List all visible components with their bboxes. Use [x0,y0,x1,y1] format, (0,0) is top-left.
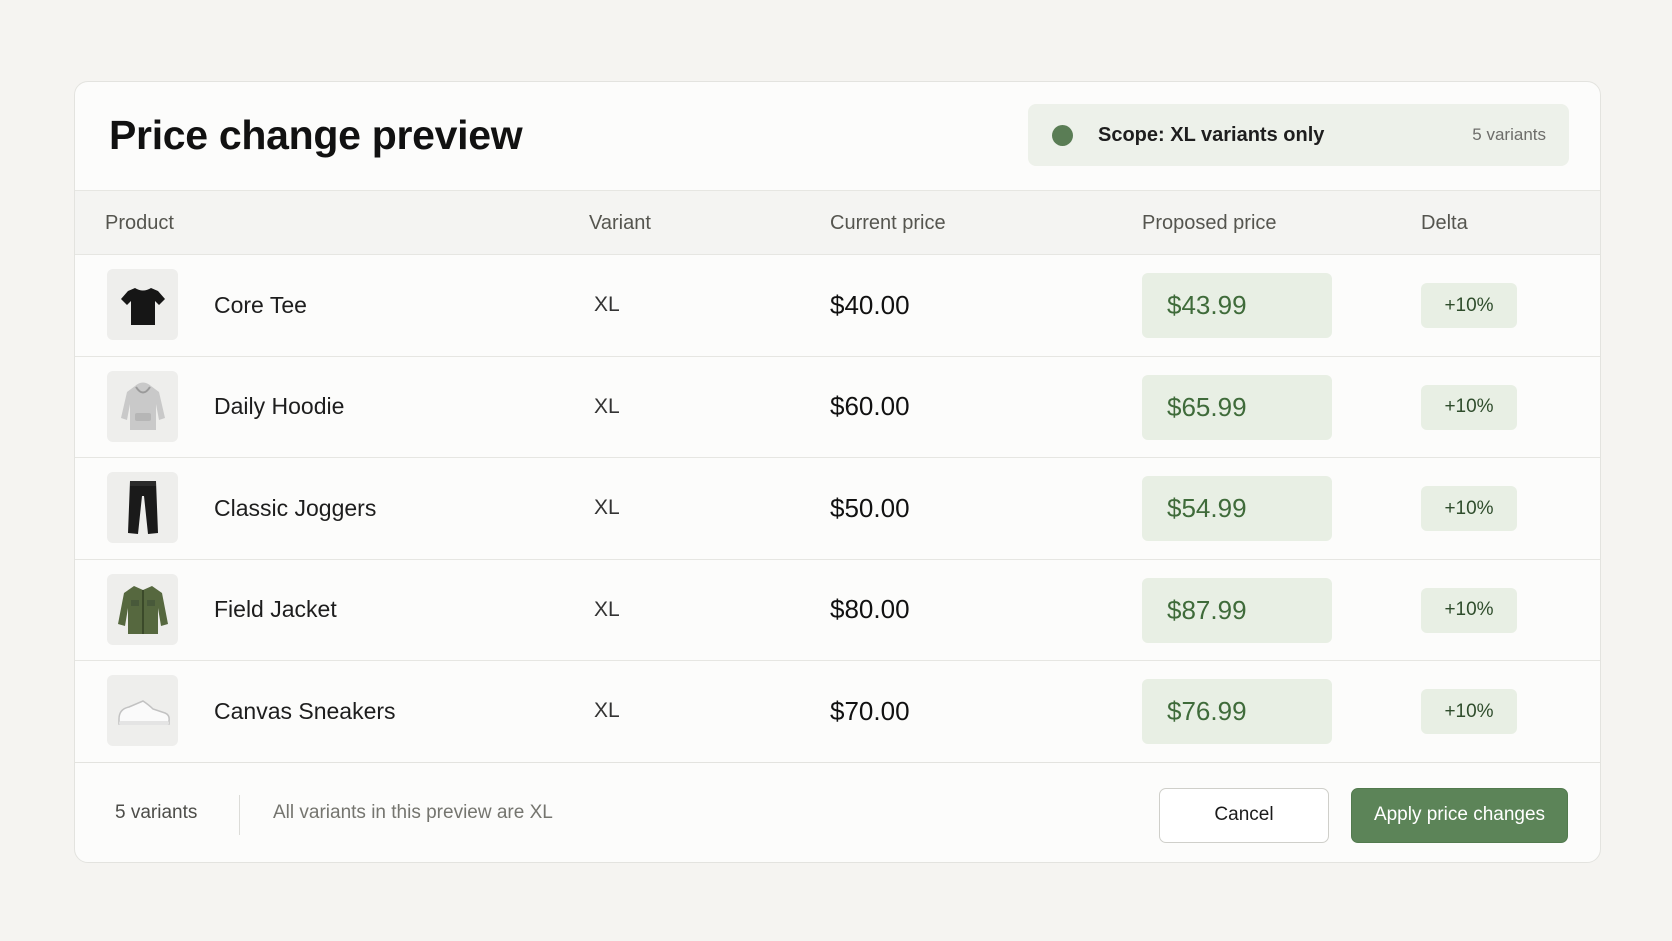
footer-variant-count: 5 variants [115,801,198,823]
product-name: Field Jacket [214,596,337,622]
table-row: Daily Hoodie XL $60.00 $65.99 +10% [75,357,1600,458]
page-title: Price change preview [109,112,523,158]
footer-divider [239,794,240,835]
product-name: Core Tee [214,291,307,318]
current-price: $50.00 [830,492,910,523]
variant-value: XL [594,597,620,621]
variant-value: XL [594,394,620,418]
product-name: Daily Hoodie [214,393,345,419]
apply-price-changes-button[interactable]: Apply price changes [1351,787,1568,843]
proposed-price: $54.99 [1142,476,1332,541]
delta-badge: +10% [1421,689,1517,734]
hoodie-icon [107,370,178,442]
variant-value: XL [594,699,620,722]
proposed-price: $65.99 [1142,374,1332,440]
proposed-price: $43.99 [1142,273,1332,338]
cancel-button[interactable]: Cancel [1159,787,1329,843]
current-price: $40.00 [830,289,910,320]
card-footer: 5 variants All variants in this preview … [75,763,1600,863]
table-row: Core Tee XL $40.00 $43.99 +10% [75,255,1600,357]
current-price: $80.00 [830,594,910,624]
table-row: Classic Joggers XL $50.00 $54.99 +10% [75,458,1600,560]
current-price: $60.00 [830,391,910,421]
delta-badge: +10% [1421,587,1517,633]
jacket-icon [107,573,178,645]
table-row: Canvas Sneakers XL $70.00 $76.99 +10% [75,661,1600,763]
proposed-price: $87.99 [1142,577,1332,643]
column-header-product: Product [105,212,174,234]
scope-badge: Scope: XL variants only 5 variants [1028,104,1569,166]
product-name: Canvas Sneakers [214,697,396,724]
sneaker-icon [107,675,178,746]
price-change-preview-card: Price change preview Scope: XL variants … [74,81,1601,863]
card-header: Price change preview Scope: XL variants … [75,82,1600,190]
joggers-icon [107,472,178,543]
variant-value: XL [594,293,620,316]
scope-label: Scope: XL variants only [1098,123,1325,146]
column-header-proposed-price: Proposed price [1142,212,1277,234]
delta-badge: +10% [1421,486,1517,531]
product-name: Classic Joggers [214,494,377,521]
scope-variant-count: 5 variants [1472,125,1546,144]
table-body: Core Tee XL $40.00 $43.99 +10% Daily Hoo… [75,255,1600,763]
column-header-current-price: Current price [830,212,946,234]
delta-badge: +10% [1421,384,1517,430]
scope-status-dot-icon [1052,124,1073,146]
delta-badge: +10% [1421,283,1517,328]
variant-value: XL [594,496,620,519]
tshirt-icon [107,269,178,340]
footer-note: All variants in this preview are XL [273,801,553,823]
column-header-delta: Delta [1421,212,1468,234]
column-header-variant: Variant [589,212,651,234]
proposed-price: $76.99 [1142,679,1332,744]
table-header: Product Variant Current price Proposed p… [75,190,1600,255]
table-row: Field Jacket XL $80.00 $87.99 +10% [75,560,1600,661]
current-price: $70.00 [830,695,910,726]
